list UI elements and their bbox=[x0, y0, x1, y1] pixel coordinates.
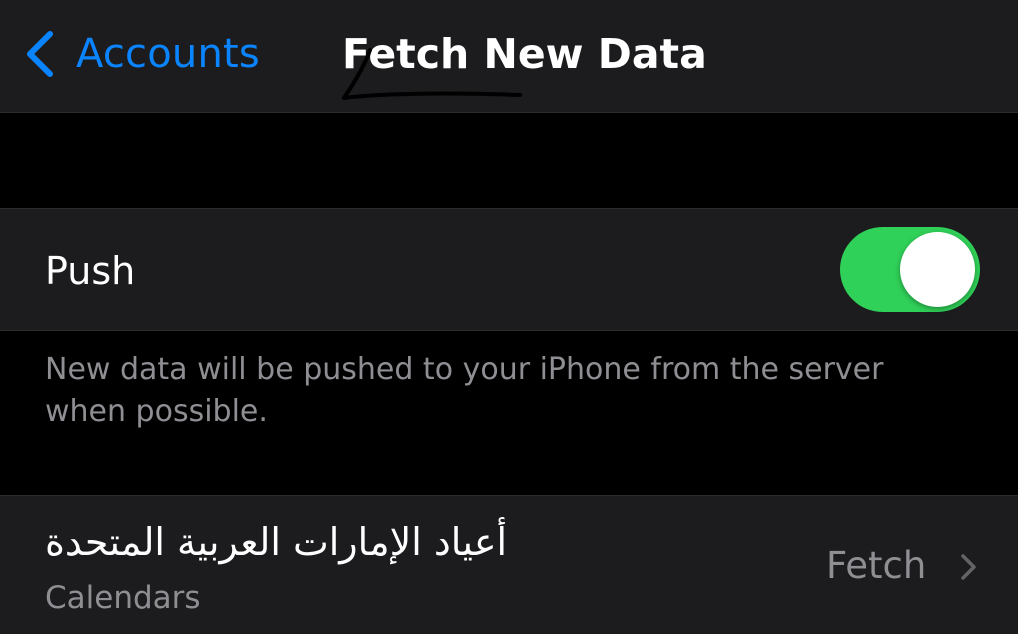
chevron-left-icon bbox=[27, 31, 53, 77]
chevron-right-icon bbox=[961, 554, 976, 580]
back-button-label: Accounts bbox=[76, 31, 260, 77]
calendar-account-title: أعياد الإمارات العربية المتحدة bbox=[45, 520, 508, 564]
page-title: Fetch New Data bbox=[342, 30, 707, 78]
calendar-account-subtitle: Calendars bbox=[45, 580, 201, 616]
push-label: Push bbox=[45, 249, 136, 293]
section-spacer bbox=[0, 113, 1018, 208]
toggle-knob bbox=[900, 232, 975, 307]
push-footer-description: New data will be pushed to your iPhone f… bbox=[45, 352, 884, 429]
push-toggle[interactable] bbox=[840, 227, 980, 312]
back-button[interactable]: Accounts bbox=[22, 26, 260, 82]
navigation-bar: Accounts Fetch New Data bbox=[0, 0, 1018, 113]
calendar-fetch-value: Fetch bbox=[826, 544, 927, 587]
calendar-account-row[interactable]: أعياد الإمارات العربية المتحدة Calendars… bbox=[0, 495, 1018, 634]
